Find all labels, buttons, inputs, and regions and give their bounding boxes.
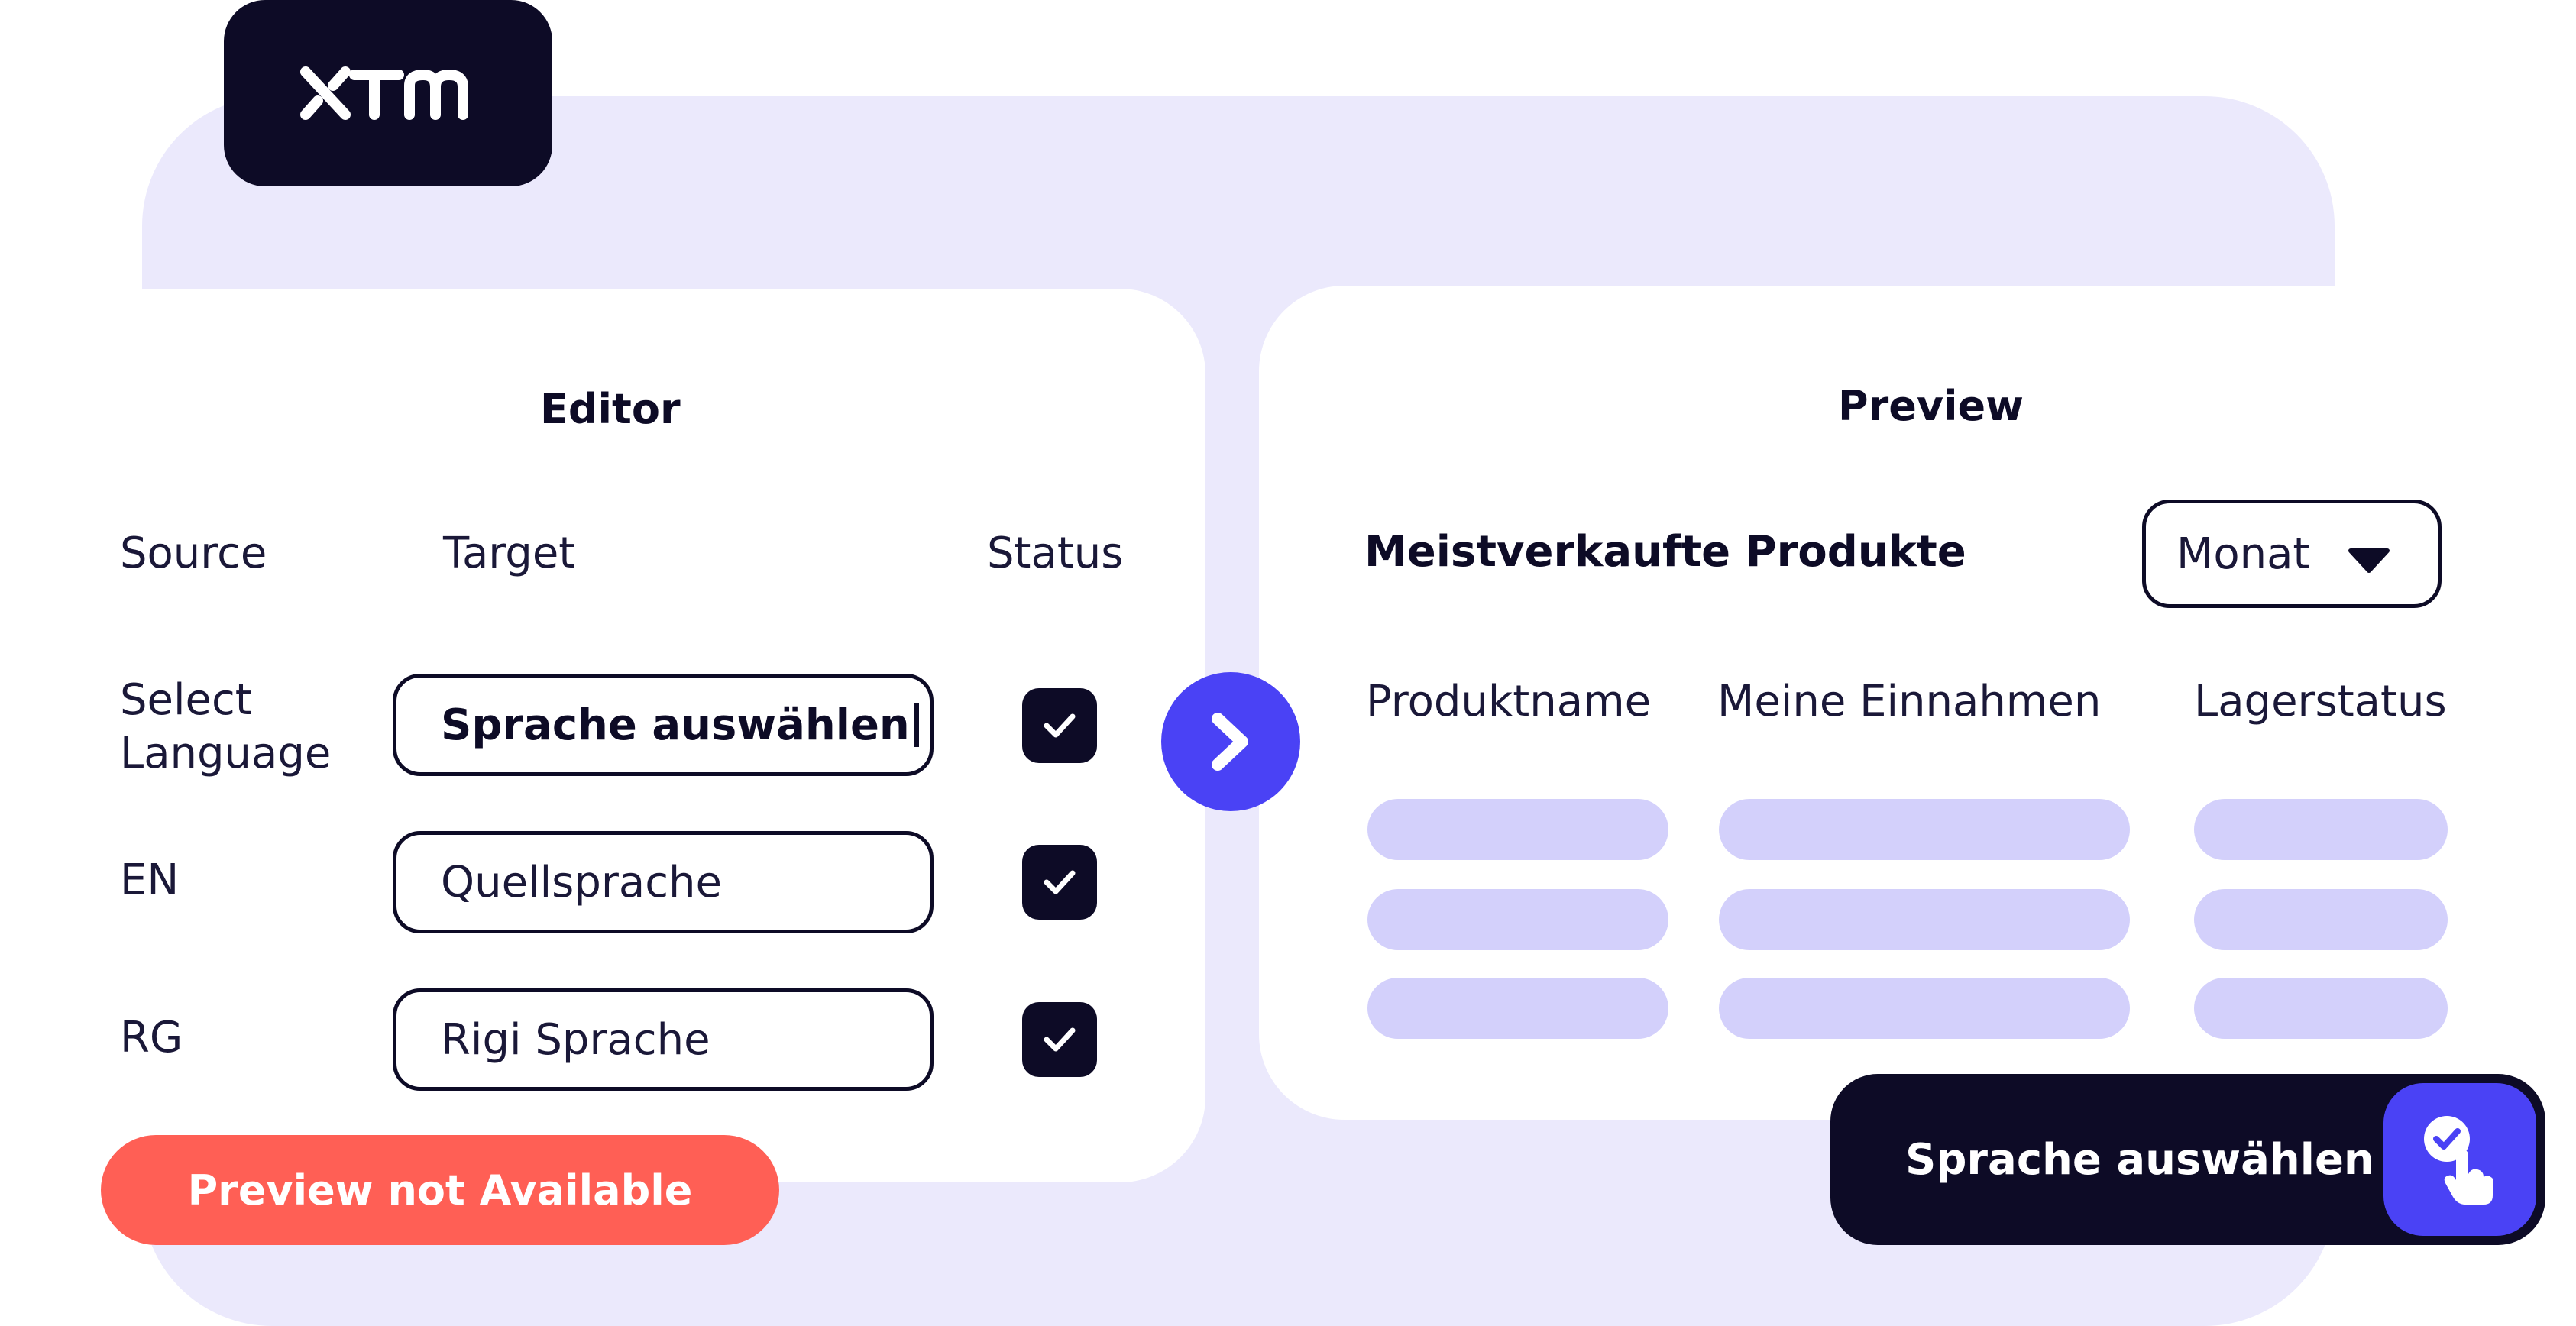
source-en: EN [120,855,180,905]
skeleton-bar [2194,978,2448,1039]
target-input-value: Quellsprache [441,857,722,907]
check-icon [1044,713,1076,738]
status-checkbox-select-language[interactable] [1022,688,1097,763]
preview-title: Preview [1838,382,2024,430]
skeleton-bar [1367,889,1668,950]
caret-down-icon [2348,548,2390,573]
check-icon [1044,870,1076,894]
xtm-logo [224,0,552,186]
skeleton-bar [1719,978,2130,1039]
column-header-product-name: Produktname [1366,677,1652,726]
select-language-button[interactable]: Sprache auswählen [1830,1074,2545,1245]
period-select-value: Monat [2176,529,2310,579]
skeleton-bar [1719,889,2130,950]
check-icon [1044,1027,1076,1052]
skeleton-bar [2194,889,2448,950]
skeleton-bar [1367,978,1668,1039]
select-language-button-label: Sprache auswählen [1905,1134,2374,1185]
preview-not-available-button[interactable]: Preview not Available [101,1135,779,1245]
chevron-right-icon [1212,713,1248,771]
text-caret [914,703,919,747]
column-header-stock-status: Lagerstatus [2194,677,2447,726]
editor-title: Editor [540,385,681,433]
tap-check-icon-container [2383,1083,2536,1236]
target-input-select-language[interactable]: Sprache auswählen [393,674,934,776]
tap-check-icon [2424,1116,2493,1205]
target-input-value: Sprache auswählen [441,700,910,750]
section-heading-best-sellers: Meistverkaufte Produkte [1364,527,1966,577]
source-select-language: Select Language [120,675,332,778]
period-select[interactable]: Monat [2142,500,2442,608]
source-rg: RG [120,1013,183,1062]
column-header-source: Source [120,529,267,578]
next-arrow-button[interactable] [1161,672,1300,811]
target-input-en[interactable]: Quellsprache [393,831,934,933]
skeleton-bar [1367,799,1668,860]
column-header-revenue: Meine Einnahmen [1717,677,2102,726]
target-input-value: Rigi Sprache [441,1014,710,1065]
skeleton-bar [1719,799,2130,860]
column-header-target: Target [443,529,576,578]
xtm-logo-mark [300,66,468,120]
status-checkbox-en[interactable] [1022,845,1097,920]
column-header-status: Status [987,529,1124,578]
target-input-rg[interactable]: Rigi Sprache [393,988,934,1091]
status-checkbox-rg[interactable] [1022,1002,1097,1077]
skeleton-bar [2194,799,2448,860]
editor-panel: Editor Source Target Status Select Langu… [0,289,1205,1182]
